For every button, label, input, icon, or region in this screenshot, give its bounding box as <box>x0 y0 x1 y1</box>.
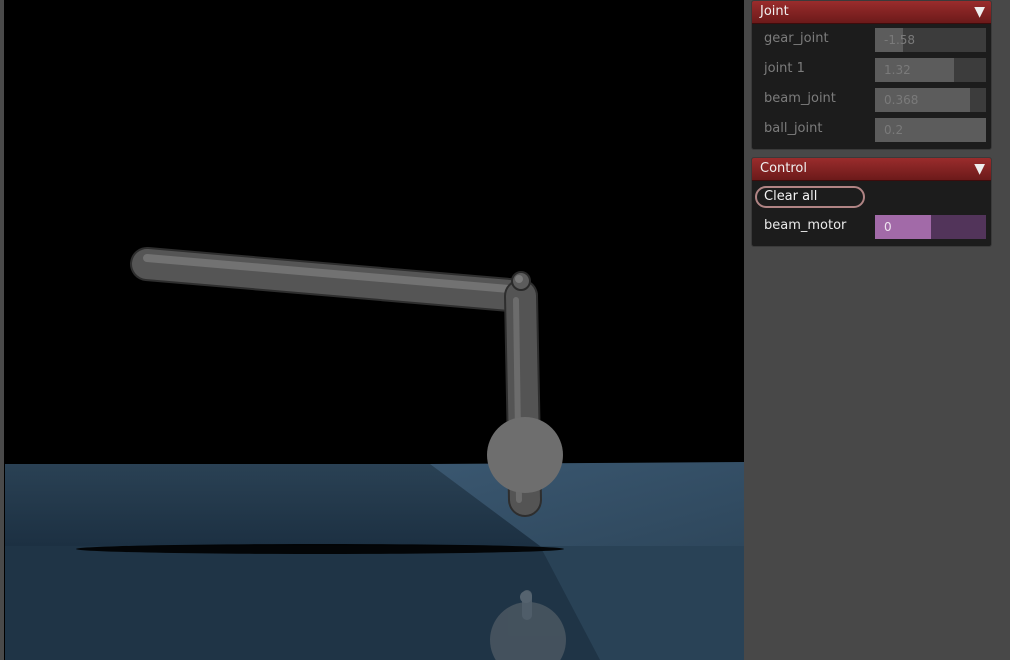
joint-knob-highlight <box>515 275 523 283</box>
joint-panel: Joint ▼ gear_joint -1.58 joint 1 1.32 be… <box>751 0 992 150</box>
joint-label: joint 1 <box>764 61 805 76</box>
beam-motor-slider[interactable]: 0 <box>875 215 986 239</box>
slider-value: 0.2 <box>884 123 904 137</box>
collapse-triangle-icon[interactable]: ▼ <box>974 158 985 180</box>
ball <box>487 417 563 493</box>
sidebar: Joint ▼ gear_joint -1.58 joint 1 1.32 be… <box>744 0 1010 660</box>
slider-value: -1.58 <box>884 33 916 47</box>
control-panel-header[interactable]: Control ▼ <box>752 158 991 181</box>
ball-joint-slider[interactable]: 0.2 <box>875 118 986 142</box>
reflected-knob <box>520 591 532 603</box>
3d-viewport[interactable] <box>0 0 744 660</box>
joint-row-beam-joint: beam_joint 0.368 <box>752 84 991 114</box>
joint-row-ball-joint: ball_joint 0.2 <box>752 114 991 144</box>
motor-label: beam_motor <box>764 218 847 233</box>
joint-1-slider[interactable]: 1.32 <box>875 58 986 82</box>
slider-value: 0.368 <box>884 93 919 107</box>
joint-label: ball_joint <box>764 121 823 136</box>
joint-label: gear_joint <box>764 31 829 46</box>
viewport-left-border <box>0 0 4 660</box>
scene-render <box>0 0 744 660</box>
joint-row-joint-1: joint 1 1.32 <box>752 54 991 84</box>
collapse-triangle-icon[interactable]: ▼ <box>974 1 985 23</box>
clear-all-button[interactable]: Clear all <box>755 186 865 208</box>
clear-row: Clear all <box>752 181 991 211</box>
joint-panel-header[interactable]: Joint ▼ <box>752 1 991 24</box>
joint-label: beam_joint <box>764 91 836 106</box>
motor-row-beam-motor: beam_motor 0 <box>752 211 991 241</box>
joint-row-gear-joint: gear_joint -1.58 <box>752 24 991 54</box>
slider-value: 1.32 <box>884 63 911 77</box>
slider-value: 0 <box>884 220 892 234</box>
gear-joint-slider[interactable]: -1.58 <box>875 28 986 52</box>
beam-joint-slider[interactable]: 0.368 <box>875 88 986 112</box>
control-panel: Control ▼ Clear all beam_motor 0 <box>751 157 992 247</box>
beam-horizontal-body <box>132 249 536 311</box>
control-panel-title: Control <box>760 161 807 176</box>
beam-shadow <box>76 544 564 554</box>
joint-panel-title: Joint <box>760 4 789 19</box>
